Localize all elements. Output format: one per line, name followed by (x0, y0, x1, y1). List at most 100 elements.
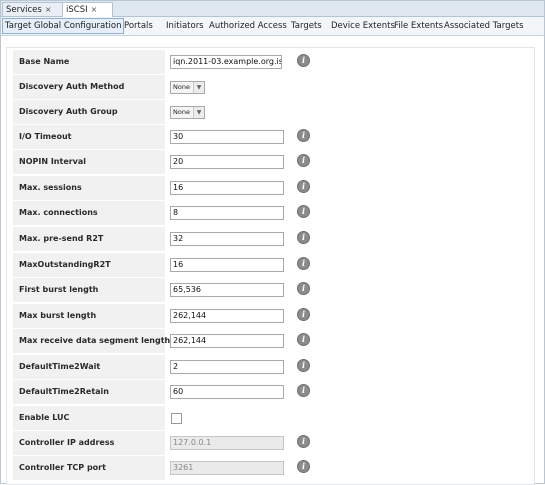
info-icon[interactable]: i (297, 154, 310, 167)
base-name-label: Base Name (19, 57, 70, 66)
max-sessions-label: Max. sessions (19, 183, 82, 192)
tab-iscsi-label: iSCSI (66, 5, 88, 15)
info-icon[interactable]: i (297, 435, 310, 448)
tab-services[interactable]: Services × (2, 2, 66, 16)
chevron-down-icon[interactable]: ▼ (193, 82, 204, 93)
discovery-auth-group-label: Discovery Auth Group (19, 107, 118, 116)
max-connections-input[interactable]: 8 (170, 206, 284, 220)
io-timeout-label: I/O Timeout (19, 132, 72, 141)
enable-luc-label: Enable LUC (19, 413, 70, 422)
close-icon[interactable]: × (45, 5, 52, 14)
first-burst-length-input[interactable]: 65,536 (170, 283, 284, 297)
controller-tcp-port-label: Controller TCP port (19, 463, 106, 472)
info-icon[interactable]: i (297, 180, 310, 193)
io-timeout-input[interactable]: 30 (170, 130, 284, 144)
discovery-auth-group-select[interactable]: None ▼ (170, 106, 205, 119)
discovery-auth-method-label: Discovery Auth Method (19, 82, 125, 91)
label-cell: Max receive data segment length (13, 329, 170, 354)
label-cell: I/O Timeout (13, 125, 165, 150)
info-icon[interactable]: i (297, 460, 310, 473)
default-time2retain-input[interactable]: 60 (170, 385, 284, 399)
tab-authorized-access[interactable]: Authorized Access (209, 19, 287, 33)
info-icon[interactable]: i (297, 308, 310, 321)
max-connections-label: Max. connections (19, 208, 98, 217)
default-time2wait-label: DefaultTime2Wait (19, 362, 101, 371)
label-cell: DefaultTime2Retain (13, 380, 165, 405)
form-row-enable-luc: Enable LUC (13, 406, 533, 431)
form-row-controller-tcp-port: Controller TCP port 3261 i (13, 456, 533, 481)
enable-luc-checkbox[interactable] (171, 413, 182, 424)
default-time2wait-input[interactable]: 2 (170, 360, 284, 374)
form-row-max-recv-data-segment-length: Max receive data segment length 262,144 … (13, 329, 533, 354)
form-row-max-sessions: Max. sessions 16 i (13, 176, 533, 201)
info-icon[interactable]: i (297, 231, 310, 244)
controller-tcp-port-input: 3261 (170, 461, 284, 475)
selected-value: None (173, 83, 190, 91)
info-icon[interactable]: i (297, 205, 310, 218)
info-icon[interactable]: i (297, 282, 310, 295)
max-presend-r2t-label: Max. pre-send R2T (19, 234, 104, 243)
label-cell: Enable LUC (13, 406, 165, 431)
label-cell: Max. pre-send R2T (13, 227, 165, 252)
close-icon[interactable]: × (91, 5, 98, 14)
base-name-input[interactable]: iqn.2011-03.example.org.ist (170, 55, 282, 69)
form-row-base-name: Base Name iqn.2011-03.example.org.ist i (13, 50, 533, 75)
target-global-configuration-form: Base Name iqn.2011-03.example.org.ist i … (6, 47, 535, 485)
max-presend-r2t-input[interactable]: 32 (170, 232, 284, 246)
discovery-auth-method-select[interactable]: None ▼ (170, 81, 205, 94)
label-cell: Controller IP address (13, 431, 165, 456)
label-cell: MaxOutstandingR2T (13, 253, 165, 278)
form-row-controller-ip: Controller IP address 127.0.0.1 i (13, 431, 533, 456)
max-outstanding-r2t-input[interactable]: 16 (170, 258, 284, 272)
form-row-max-outstanding-r2t: MaxOutstandingR2T 16 i (13, 253, 533, 278)
max-recv-data-segment-length-input[interactable]: 262,144 (170, 334, 284, 348)
first-burst-length-label: First burst length (19, 285, 99, 294)
form-row-max-burst-length: Max burst length 262,144 i (13, 304, 533, 329)
tab-initiators[interactable]: Initiators (166, 19, 204, 33)
tab-device-extents[interactable]: Device Extents (331, 19, 395, 33)
label-cell: Max. connections (13, 201, 165, 226)
selected-value: None (173, 108, 190, 116)
label-cell: First burst length (13, 278, 165, 303)
max-sessions-input[interactable]: 16 (170, 181, 284, 195)
info-icon[interactable]: i (297, 384, 310, 397)
form-row-default-time2retain: DefaultTime2Retain 60 i (13, 380, 533, 405)
info-icon[interactable]: i (297, 359, 310, 372)
form-row-io-timeout: I/O Timeout 30 i (13, 125, 533, 150)
max-outstanding-r2t-label: MaxOutstandingR2T (19, 260, 111, 269)
form-row-max-connections: Max. connections 8 i (13, 201, 533, 226)
tab-portals[interactable]: Portals (124, 19, 153, 33)
label-cell: Discovery Auth Group (13, 100, 165, 125)
controller-ip-label: Controller IP address (19, 438, 115, 447)
tab-file-extents[interactable]: File Extents (394, 19, 443, 33)
info-icon[interactable]: i (297, 129, 310, 142)
label-cell: Discovery Auth Method (13, 75, 165, 100)
tab-associated-targets[interactable]: Associated Targets (444, 19, 524, 33)
default-time2retain-label: DefaultTime2Retain (19, 387, 109, 396)
label-cell: DefaultTime2Wait (13, 355, 165, 380)
iscsi-sub-tab-bar: Target Global Configuration Portals Init… (1, 17, 544, 36)
info-icon[interactable]: i (297, 54, 310, 67)
max-recv-data-segment-length-label: Max receive data segment length (19, 336, 171, 345)
max-burst-length-input[interactable]: 262,144 (170, 309, 284, 323)
label-cell: Controller TCP port (13, 456, 165, 481)
label-cell: NOPIN Interval (13, 150, 165, 175)
label-cell: Max. sessions (13, 176, 165, 201)
info-icon[interactable]: i (297, 333, 310, 346)
chevron-down-icon[interactable]: ▼ (193, 107, 204, 118)
tab-target-global-configuration[interactable]: Target Global Configuration (2, 18, 125, 34)
tab-iscsi[interactable]: iSCSI × (62, 2, 113, 17)
max-burst-length-label: Max burst length (19, 311, 97, 320)
nopin-interval-label: NOPIN Interval (19, 157, 87, 166)
controller-ip-input: 127.0.0.1 (170, 436, 284, 450)
form-row-default-time2wait: DefaultTime2Wait 2 i (13, 355, 533, 380)
label-cell: Max burst length (13, 304, 165, 329)
tab-services-label: Services (6, 5, 42, 15)
nopin-interval-input[interactable]: 20 (170, 155, 284, 169)
info-icon[interactable]: i (297, 257, 310, 270)
window-tab-bar: Services × iSCSI × (1, 1, 544, 17)
tab-targets[interactable]: Targets (291, 19, 322, 33)
label-cell: Base Name (13, 50, 165, 75)
iscsi-window: Services × iSCSI × Target Global Configura… (0, 0, 545, 485)
form-row-first-burst-length: First burst length 65,536 i (13, 278, 533, 303)
